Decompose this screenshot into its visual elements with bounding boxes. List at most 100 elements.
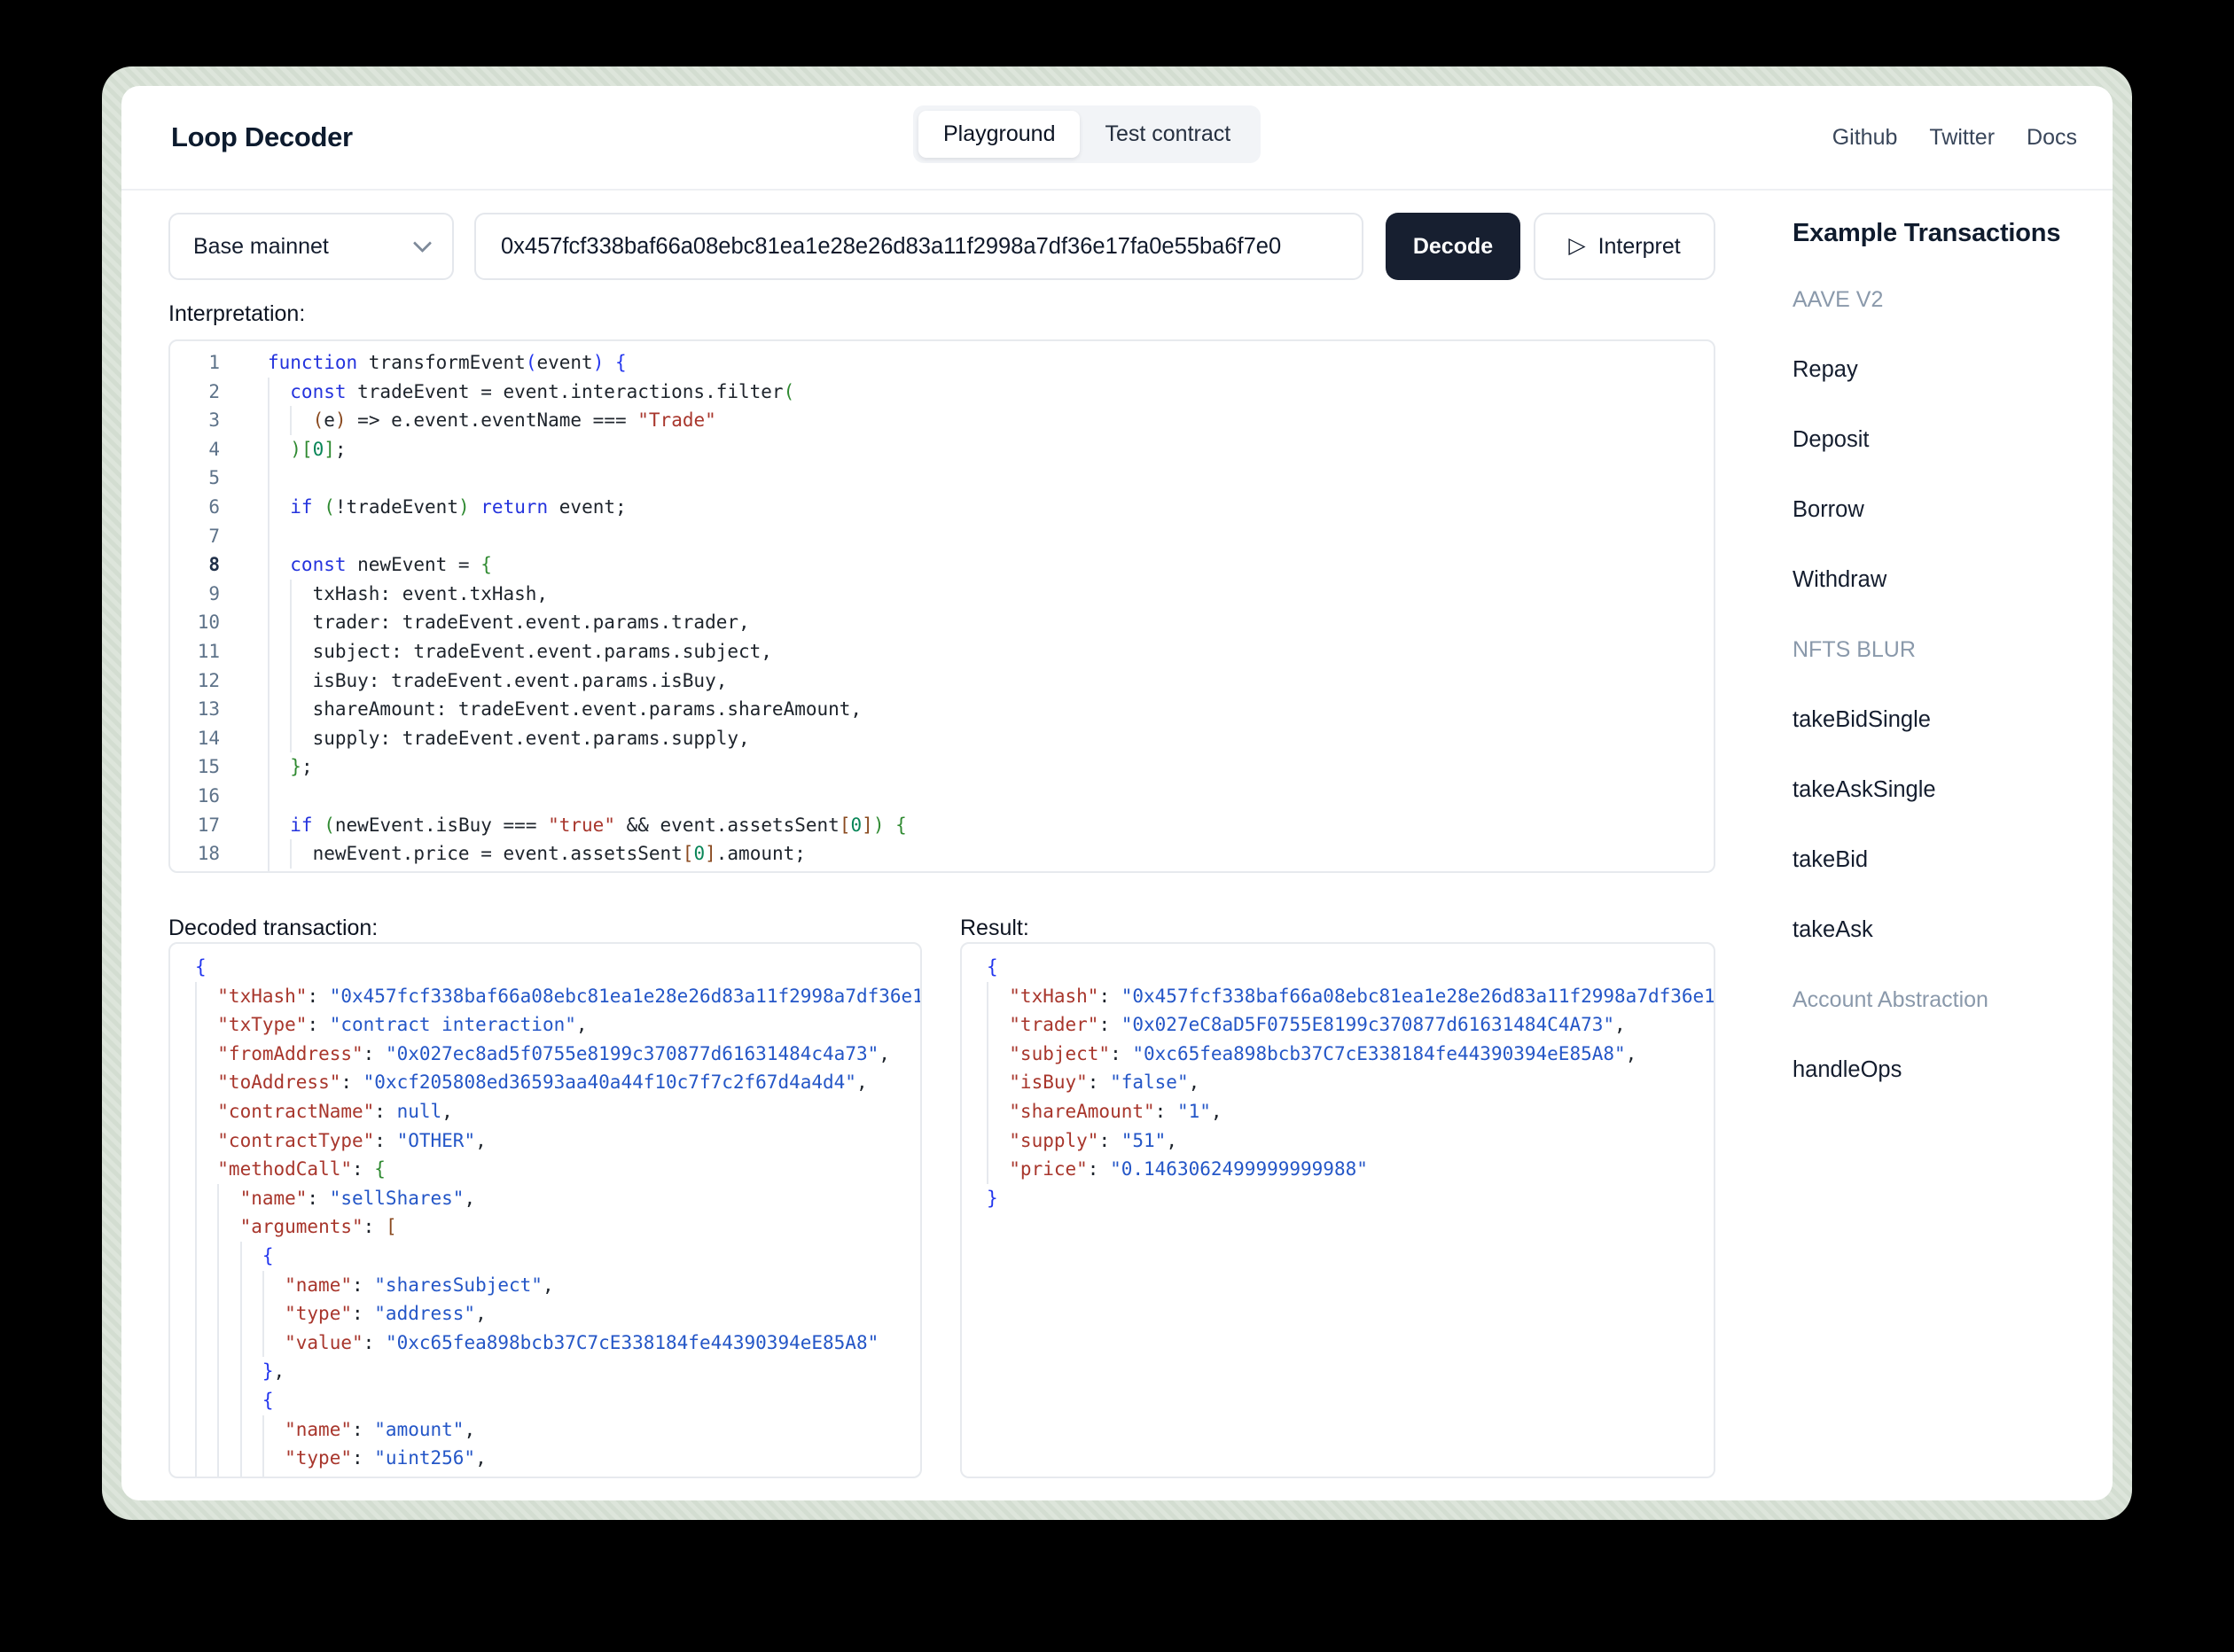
- result-label: Result:: [960, 916, 1029, 941]
- tx-hash-input[interactable]: [474, 213, 1363, 280]
- json-line: "txType": "contract interaction",: [195, 1010, 920, 1040]
- examples-sidebar: Example Transactions AAVE V2RepayDeposit…: [1793, 219, 2094, 1127]
- code-line: if (!tradeEvent) return event;: [268, 493, 1714, 522]
- json-line: "isBuy": "false",: [987, 1068, 1714, 1097]
- line-number: 4: [170, 435, 234, 464]
- json-line: "methodCall": {: [195, 1155, 920, 1184]
- app-window: Loop Decoder Playground Test contract Gi…: [121, 86, 2113, 1500]
- example-section-nfts-blur: NFTS BLUR: [1793, 637, 2094, 663]
- twitter-link[interactable]: Twitter: [1929, 125, 1995, 151]
- window-frame: Loop Decoder Playground Test contract Gi…: [102, 66, 2132, 1520]
- json-line: "type": "uint256",: [195, 1444, 920, 1473]
- json-line: "name": "sharesSubject",: [195, 1271, 920, 1300]
- decoded-json-panel[interactable]: { "txHash": "0x457fcf338baf66a08ebc81ea1e…: [168, 942, 922, 1478]
- example-tx-takebidsingle[interactable]: takeBidSingle: [1793, 707, 2094, 733]
- code-line: (e) => e.event.eventName === "Trade": [268, 406, 1714, 435]
- example-tx-takeasksingle[interactable]: takeAskSingle: [1793, 777, 2094, 803]
- example-tx-withdraw[interactable]: Withdraw: [1793, 567, 2094, 593]
- line-number: 8: [170, 550, 234, 580]
- json-line: "contractType": "OTHER",: [195, 1126, 920, 1156]
- line-number: 11: [170, 637, 234, 666]
- line-number: 12: [170, 666, 234, 696]
- docs-link[interactable]: Docs: [2027, 125, 2077, 151]
- decode-button[interactable]: Decode: [1386, 213, 1520, 280]
- code-line: }: [268, 869, 1714, 871]
- line-number: 3: [170, 406, 234, 435]
- screen: { "header": { "title": "Loop Decoder", "…: [0, 0, 2234, 1652]
- network-select-value: Base mainnet: [193, 234, 329, 260]
- example-tx-takebid[interactable]: takeBid: [1793, 847, 2094, 873]
- json-line: {: [195, 1386, 920, 1415]
- example-tx-repay[interactable]: Repay: [1793, 357, 2094, 383]
- code-line: newEvent.price = event.assetsSent[0].amo…: [268, 839, 1714, 869]
- example-tx-borrow[interactable]: Borrow: [1793, 497, 2094, 523]
- code-line: [268, 782, 1714, 811]
- line-number: 15: [170, 752, 234, 782]
- github-link[interactable]: Github: [1832, 125, 1898, 151]
- json-line: "value": "0xc65fea898bcb37C7cE338184fe44…: [195, 1329, 920, 1358]
- json-line: "contractName": null,: [195, 1097, 920, 1126]
- view-tabs: Playground Test contract: [913, 105, 1261, 163]
- line-number: 1: [170, 348, 234, 378]
- header-links: Github Twitter Docs: [1832, 125, 2077, 151]
- json-line: "supply": "51",: [987, 1126, 1714, 1156]
- tab-test-contract[interactable]: Test contract: [1080, 111, 1255, 158]
- line-number: 9: [170, 580, 234, 609]
- line-number: 13: [170, 695, 234, 724]
- json-line: "type": "address",: [195, 1299, 920, 1329]
- json-line: "arguments": [: [195, 1212, 920, 1242]
- line-number: 14: [170, 724, 234, 753]
- code-line: };: [268, 752, 1714, 782]
- example-tx-takeask[interactable]: takeAsk: [1793, 917, 2094, 943]
- json-line: "value": "1": [195, 1473, 920, 1478]
- controls-row: Base mainnet Decode ▷ Interpret: [168, 213, 1715, 280]
- chevron-down-icon: [413, 233, 432, 252]
- network-select[interactable]: Base mainnet: [168, 213, 454, 280]
- code-line: subject: tradeEvent.event.params.subject…: [268, 637, 1714, 666]
- play-icon: ▷: [1568, 232, 1585, 259]
- json-line: "shareAmount": "1",: [987, 1097, 1714, 1126]
- example-section-account-abstraction: Account Abstraction: [1793, 987, 2094, 1013]
- code-line: txHash: event.txHash,: [268, 580, 1714, 609]
- example-tx-handleops[interactable]: handleOps: [1793, 1057, 2094, 1083]
- example-tx-deposit[interactable]: Deposit: [1793, 427, 2094, 453]
- code-line: const newEvent = {: [268, 550, 1714, 580]
- interpret-button[interactable]: ▷ Interpret: [1534, 213, 1715, 280]
- line-number: 17: [170, 811, 234, 840]
- code-line: isBuy: tradeEvent.event.params.isBuy,: [268, 666, 1714, 696]
- code-editor[interactable]: 12345678910111213141516171819 function t…: [168, 339, 1715, 873]
- editor-gutter: 12345678910111213141516171819: [170, 341, 234, 871]
- line-number: 18: [170, 839, 234, 869]
- json-line: "txHash": "0x457fcf338baf66a08ebc81ea1e2…: [987, 982, 1714, 1011]
- code-line: )[0];: [268, 435, 1714, 464]
- line-number: 10: [170, 608, 234, 637]
- code-line: function transformEvent(event) {: [268, 348, 1714, 378]
- json-line: }: [987, 1184, 1714, 1213]
- code-line: [268, 522, 1714, 551]
- tab-playground[interactable]: Playground: [918, 111, 1080, 158]
- json-line: {: [195, 1242, 920, 1271]
- app-header: Loop Decoder Playground Test contract Gi…: [121, 86, 2113, 191]
- code-line: trader: tradeEvent.event.params.trader,: [268, 608, 1714, 637]
- line-number: 5: [170, 464, 234, 493]
- json-line: "price": "0.1463062499999999988": [987, 1155, 1714, 1184]
- app-title: Loop Decoder: [171, 121, 353, 153]
- code-line: [268, 464, 1714, 493]
- code-line: const tradeEvent = event.interactions.fi…: [268, 378, 1714, 407]
- json-line: },: [195, 1357, 920, 1386]
- decoded-transaction-label: Decoded transaction:: [168, 916, 378, 941]
- line-number: 7: [170, 522, 234, 551]
- example-section-aave-v2: AAVE V2: [1793, 287, 2094, 313]
- json-line: "name": "amount",: [195, 1415, 920, 1445]
- code-line: supply: tradeEvent.event.params.supply,: [268, 724, 1714, 753]
- examples-list: AAVE V2 Repay Deposit Borrow Withdraw NFTS BL…: [1793, 287, 2094, 1083]
- line-number: 19: [170, 869, 234, 873]
- result-json-panel[interactable]: {"txHash": "0x457fcf338baf66a08ebc81ea1e…: [960, 942, 1715, 1478]
- line-number: 16: [170, 782, 234, 811]
- json-line: "fromAddress": "0x027ec8ad5f0755e8199c37…: [195, 1040, 920, 1069]
- editor-code: function transformEvent(event) {const tr…: [234, 341, 1714, 871]
- code-line: shareAmount: tradeEvent.event.params.sha…: [268, 695, 1714, 724]
- interpretation-label: Interpretation:: [168, 301, 305, 327]
- json-line: "txHash": "0x457fcf338baf66a08ebc81ea1e2…: [195, 982, 920, 1011]
- json-line: "name": "sellShares",: [195, 1184, 920, 1213]
